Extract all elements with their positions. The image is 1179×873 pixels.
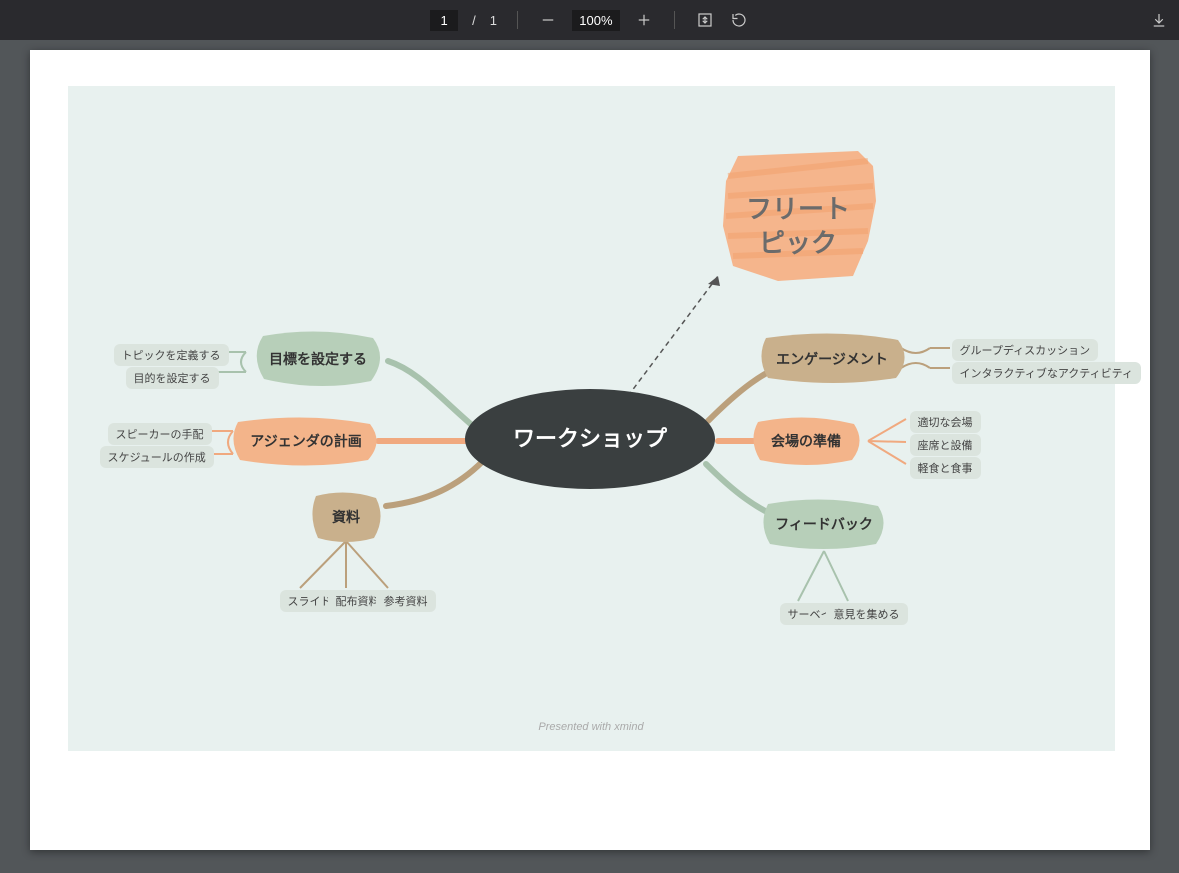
download-button[interactable]	[1149, 10, 1169, 30]
page-total: 1	[490, 13, 497, 28]
pdf-page: ワークショップ フリート ピック 目標を設定する アジェンダの計画 資料 エンゲ…	[30, 50, 1150, 850]
leaf-agenda-0: スピーカーの手配	[108, 423, 212, 445]
zoom-in-button[interactable]	[634, 10, 654, 30]
leaf-agenda-1: スケジュールの作成	[100, 446, 214, 468]
node-engagement: エンゲージメント	[776, 351, 888, 367]
floating-line1: フリート	[745, 194, 849, 224]
page-area[interactable]: ワークショップ フリート ピック 目標を設定する アジェンダの計画 資料 エンゲ…	[0, 40, 1179, 873]
footer-credit: Presented with xmind	[68, 721, 1115, 733]
zoom-level-input[interactable]	[572, 10, 620, 31]
leaf-goals-1: 目的を設定する	[126, 367, 219, 389]
rotate-button[interactable]	[729, 10, 749, 30]
node-materials: 資料	[332, 509, 360, 525]
leaf-goals-0: トピックを定義する	[114, 344, 229, 366]
fit-page-button[interactable]	[695, 10, 715, 30]
node-venue: 会場の準備	[771, 433, 841, 449]
leaf-venue-1: 座席と設備	[910, 434, 981, 456]
node-agenda: アジェンダの計画	[250, 433, 361, 449]
leaf-engagement-1: インタラクティブなアクティビティ	[952, 362, 1141, 384]
zoom-out-button[interactable]	[538, 10, 558, 30]
floating-line2: ピック	[758, 228, 836, 258]
page-separator: /	[472, 13, 476, 28]
node-goals: 目標を設定する	[269, 351, 367, 367]
center-node-text: ワークショップ	[512, 426, 667, 451]
node-feedback: フィードバック	[775, 516, 873, 532]
leaf-feedback-1: 意見を集める	[826, 603, 908, 625]
leaf-venue-2: 軽食と食事	[910, 457, 981, 479]
leaf-engagement-0: グループディスカッション	[952, 339, 1099, 361]
leaf-materials-2: 参考資料	[376, 590, 436, 612]
leaf-venue-0: 適切な会場	[910, 411, 981, 433]
page-number-input[interactable]	[430, 10, 458, 31]
pdf-toolbar: / 1	[0, 0, 1179, 40]
mindmap-canvas: ワークショップ フリート ピック 目標を設定する アジェンダの計画 資料 エンゲ…	[68, 86, 1115, 751]
